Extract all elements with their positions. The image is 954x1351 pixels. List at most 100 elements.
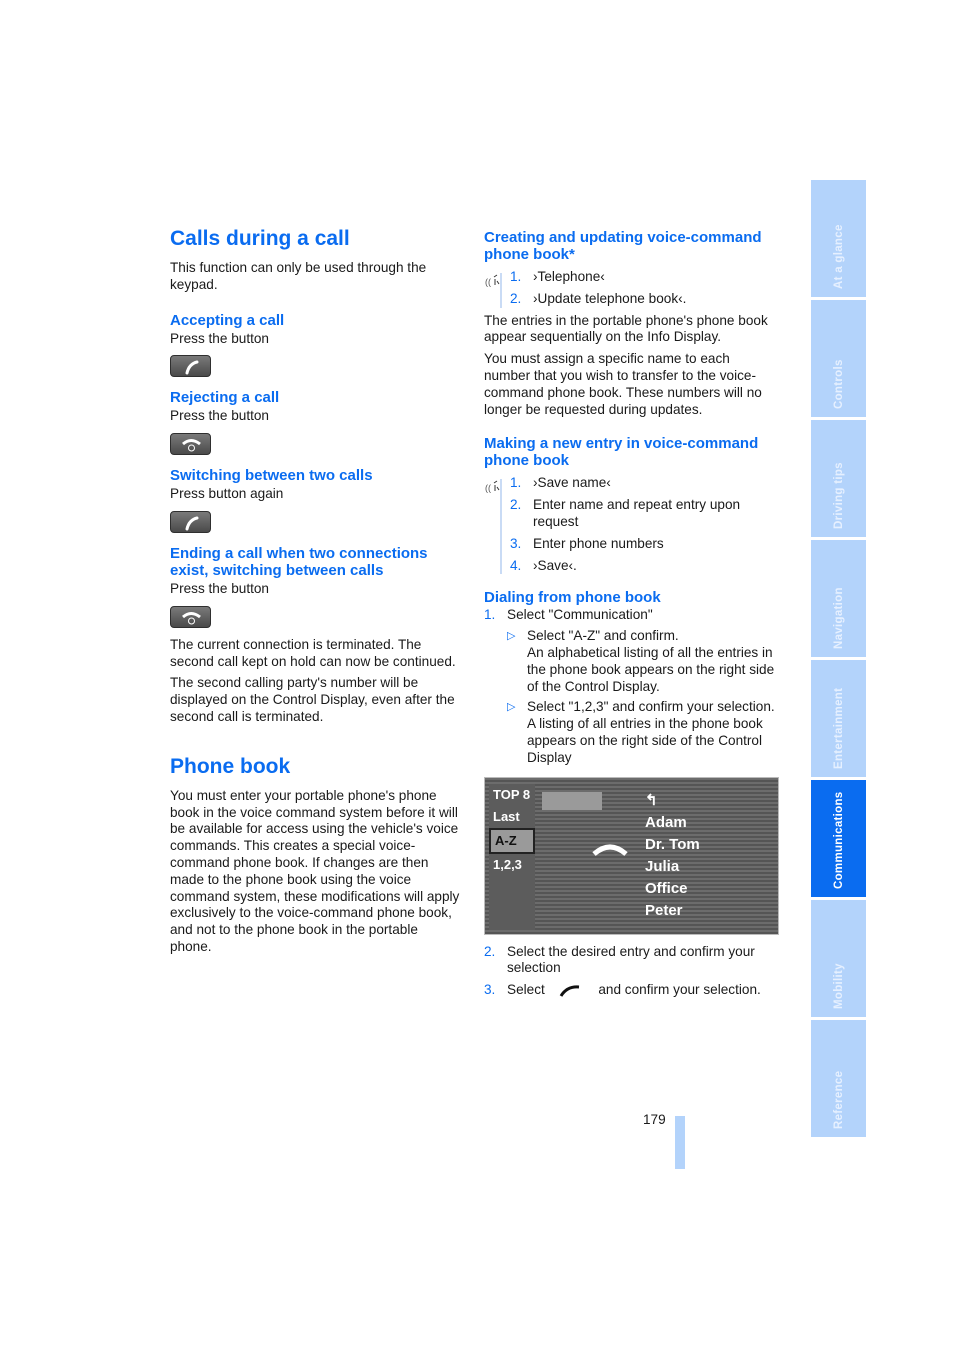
back-arrow-icon: ↰ [645, 791, 658, 809]
step-text-before: Select [507, 982, 545, 998]
step-number: 3. [510, 535, 522, 551]
menu-item-az: A-Z [489, 827, 535, 854]
triangle-bullet-icon: ▷ [507, 630, 516, 643]
page-number: 179 [643, 1112, 666, 1127]
contact-name: Julia [645, 857, 680, 875]
text-rejecting: Press the button [170, 408, 269, 424]
list-item: 1. ›Save name‹ [510, 475, 779, 492]
svg-text:((: (( [485, 483, 491, 493]
voice-command-icon: (( [485, 274, 500, 287]
handset-icon [592, 844, 628, 856]
list-item: 2. ›Update telephone book‹. [510, 291, 779, 308]
tab-navigation[interactable]: Navigation [811, 540, 866, 657]
list-item: 3. Enter phone numbers [510, 536, 779, 553]
list-item: 4. ›Save‹. [510, 558, 779, 575]
tab-label: Mobility [832, 963, 845, 1009]
control-display-screenshot: TOP 8 Last A-Z 1,2,3 ↰ Adam Dr. Tom Juli… [484, 776, 779, 935]
phone-handset-icon [559, 984, 579, 997]
tab-controls[interactable]: Controls [811, 300, 866, 417]
tab-label: At a glance [832, 224, 845, 289]
step-text: ›Save name‹ [533, 475, 611, 491]
heading-ending: Ending a call when two connections exist… [170, 544, 428, 579]
call-accept-button-icon [170, 355, 211, 378]
list-item: 2. Select the desired entry and confirm y… [484, 944, 779, 978]
tab-label: Driving tips [832, 462, 845, 529]
text-accepting: Press the button [170, 330, 269, 346]
heading-dialing: Dialing from phone book [484, 589, 661, 607]
tab-reference[interactable]: Reference [811, 1020, 866, 1137]
triangle-bullet-icon: ▷ [507, 701, 516, 714]
menu-item-top8: TOP 8 [493, 786, 531, 802]
page-marker [675, 1116, 685, 1169]
para-assign: You must assign a specific name to each … [484, 351, 762, 417]
screen-names: ↰ Adam Dr. Tom Julia Office Peter [645, 790, 700, 922]
creating-steps: (( 1. ›Telephone‹ 2. ›Update telephone boo… [484, 269, 779, 308]
tab-label: Controls [832, 359, 845, 409]
step-number: 1. [510, 269, 522, 284]
heading-switching: Switching between two calls [170, 467, 373, 485]
tab-label: Navigation [832, 587, 845, 649]
step-text: Select "Communication" [507, 607, 653, 623]
text-ending: Press the button [170, 580, 269, 596]
sub-text: Select "A-Z" and confirm. An alphabetica… [527, 628, 775, 694]
section-title-phonebook: Phone book [170, 754, 291, 778]
list-item: 1. Select "Communication" [484, 607, 779, 624]
contact-name: Peter [645, 901, 683, 919]
list-item: 1. ›Telephone‹ [510, 269, 779, 286]
heading-rejecting: Rejecting a call [170, 389, 280, 407]
making-steps: (( 1. ›Save name‹ 2. Enter name and repeat… [484, 475, 779, 575]
step-number: 2. [484, 943, 496, 959]
phonebook-text: You must enter your portable phone's pho… [170, 787, 460, 954]
step-number: 3. [484, 982, 496, 998]
step-text: ›Save‹. [533, 557, 577, 573]
step-text: Select the desired entry and confirm you… [507, 943, 755, 976]
contact-name: Dr. Tom [645, 835, 700, 853]
chapter-tabs: At a glance Controls Driving tips Naviga… [811, 180, 866, 1140]
tab-driving-tips[interactable]: Driving tips [811, 420, 866, 537]
voice-command-icon: (( [485, 480, 500, 493]
para-terminated: The current connection is terminated. Th… [170, 636, 456, 669]
step-text-after: and confirm your selection. [598, 982, 761, 998]
tab-at-a-glance[interactable]: At a glance [811, 180, 866, 297]
step-number: 4. [510, 557, 522, 573]
list-item: 2. Enter name and repeat entry upon reque… [510, 497, 779, 531]
step-number: 1. [510, 475, 522, 491]
heading-accepting: Accepting a call [170, 311, 285, 329]
sub-item: ▷ Select "A-Z" and confirm. An alphabetic… [484, 628, 779, 695]
tab-entertainment[interactable]: Entertainment [811, 660, 866, 777]
step-text: Enter phone numbers [533, 535, 664, 551]
svg-text:((: (( [485, 277, 491, 287]
step-number: 2. [510, 290, 522, 306]
left-column: Calls during a call This function can on… [170, 226, 462, 956]
screen-menu: TOP 8 Last A-Z 1,2,3 [489, 783, 535, 930]
contact-name: Adam [645, 813, 687, 831]
sub-item: ▷ Select "1,2,3" and confirm your selecti… [484, 699, 779, 766]
call-end-button-icon [170, 433, 211, 456]
step-number: 2. [510, 497, 522, 513]
tab-mobility[interactable]: Mobility [811, 900, 866, 1017]
step-text: ›Telephone‹ [533, 269, 605, 284]
step-text: Enter name and repeat entry upon request [533, 497, 741, 529]
step-number: 1. [484, 607, 496, 623]
menu-item-last: Last [493, 808, 520, 824]
call-accept-button-icon [170, 510, 211, 533]
text-switching: Press button again [170, 486, 284, 502]
step-text: ›Update telephone book‹. [533, 290, 687, 306]
intro-text: This function can only be used through t… [170, 260, 427, 292]
menu-item-123: 1,2,3 [493, 856, 522, 872]
list-item: 3. Select and confirm your selection. [484, 982, 779, 999]
contact-name: Office [645, 879, 688, 897]
tab-label: Entertainment [832, 687, 845, 769]
heading-creating: Creating and updating voice-command phon… [484, 229, 762, 263]
tab-label: Communications [832, 791, 845, 890]
para-second-caller: The second calling party's number will b… [170, 675, 455, 724]
step-text: Select and confirm your selection. [507, 982, 761, 999]
call-end-button-icon [170, 605, 211, 628]
heading-making: Making a new entry in voice-command phon… [484, 435, 759, 470]
phone-buttons [542, 791, 602, 810]
right-column: Creating and updating voice-command phon… [484, 229, 779, 999]
tab-label: Reference [832, 1070, 845, 1129]
para-entries: The entries in the portable phone's phon… [484, 312, 768, 345]
tab-communications[interactable]: Communications [811, 780, 866, 897]
sub-text: Select "1,2,3" and confirm your selectio… [527, 699, 775, 765]
